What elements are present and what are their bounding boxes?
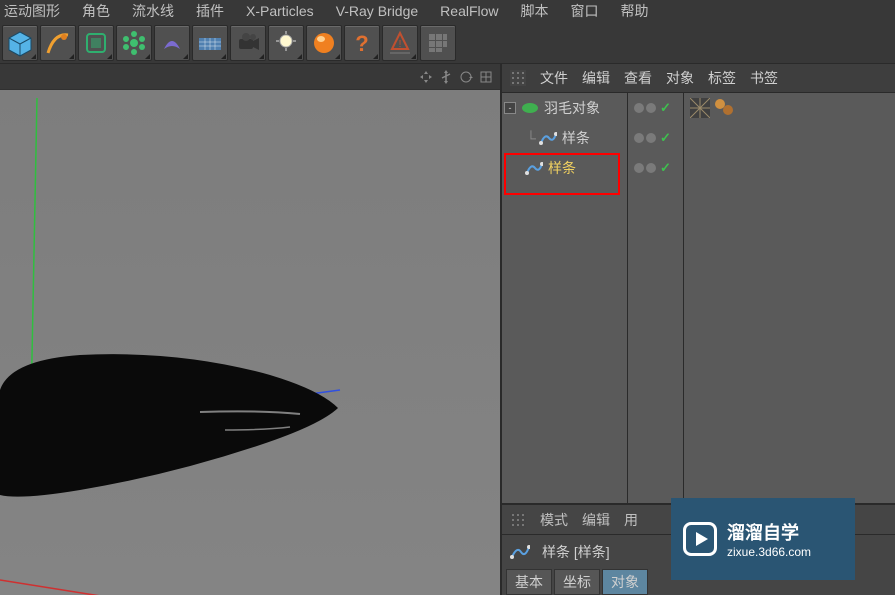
array-button[interactable] <box>116 25 152 61</box>
spline-pen-button[interactable] <box>40 25 76 61</box>
check-icon: ✓ <box>660 160 671 176</box>
object-manager: - 羽毛对象 └ 样条 样条 ✓ ✓ ✓ <box>502 93 895 503</box>
floor-button[interactable] <box>192 25 228 61</box>
camera-button[interactable] <box>230 25 266 61</box>
menu-window[interactable]: 窗口 <box>571 1 599 21</box>
deformer-button[interactable] <box>154 25 190 61</box>
play-icon <box>683 522 717 556</box>
phong-tag-icon[interactable] <box>714 98 734 118</box>
objmgr-menu-file[interactable]: 文件 <box>540 68 568 88</box>
zoom-view-icon[interactable] <box>438 69 454 85</box>
perspective-viewport[interactable] <box>0 90 500 595</box>
svg-text:?: ? <box>355 31 368 56</box>
render-settings-button[interactable]: ! <box>382 25 418 61</box>
visibility-cell[interactable]: ✓ <box>628 123 683 153</box>
watermark-brand: 溜溜自学 <box>727 519 811 545</box>
texture-tag-icon[interactable] <box>690 98 710 118</box>
check-icon: ✓ <box>660 100 671 116</box>
menu-script[interactable]: 脚本 <box>521 1 549 21</box>
menu-realflow[interactable]: RealFlow <box>440 3 498 19</box>
grid-toggle-button[interactable] <box>420 25 456 61</box>
spline-icon <box>510 544 530 560</box>
tags-column <box>684 93 895 503</box>
menu-plugins[interactable]: 插件 <box>196 1 224 21</box>
tree-label: 样条 <box>562 128 590 148</box>
menu-pipeline[interactable]: 流水线 <box>132 1 174 21</box>
spline-icon <box>524 160 544 176</box>
object-manager-header: 文件 编辑 查看 对象 标签 书签 <box>502 64 895 93</box>
attrmgr-menu-edit[interactable]: 编辑 <box>582 510 610 530</box>
menu-vraybridge[interactable]: V-Ray Bridge <box>336 3 418 19</box>
attrmgr-menu-userdata[interactable]: 用 <box>624 510 638 530</box>
collapse-icon[interactable]: - <box>504 102 516 114</box>
visibility-cell[interactable]: ✓ <box>628 153 683 183</box>
menu-motiongraphics[interactable]: 运动图形 <box>4 1 60 21</box>
visibility-cell[interactable]: ✓ <box>628 93 683 123</box>
light-button[interactable] <box>268 25 304 61</box>
main-menu-bar: 运动图形 角色 流水线 插件 X-Particles V-Ray Bridge … <box>0 0 895 22</box>
tree-row-spline-selected[interactable]: 样条 <box>502 153 627 183</box>
menu-xparticles[interactable]: X-Particles <box>246 3 314 19</box>
panel-grip-icon <box>510 70 526 86</box>
menu-help[interactable]: 帮助 <box>621 1 649 21</box>
main-toolbar: ? ! <box>0 22 895 64</box>
material-button[interactable] <box>306 25 342 61</box>
rotate-view-icon[interactable] <box>458 69 474 85</box>
help-button[interactable]: ? <box>344 25 380 61</box>
tab-basic[interactable]: 基本 <box>506 569 552 595</box>
tab-coord[interactable]: 坐标 <box>554 569 600 595</box>
tree-branch-icon: └ <box>526 130 536 146</box>
cube-primitive-button[interactable] <box>2 25 38 61</box>
tree-row-spline-child[interactable]: └ 样条 <box>502 123 627 153</box>
tree-label: 样条 <box>548 158 576 178</box>
menu-character[interactable]: 角色 <box>82 1 110 21</box>
attrmgr-menu-mode[interactable]: 模式 <box>540 510 568 530</box>
tree-row-feather[interactable]: - 羽毛对象 <box>502 93 627 123</box>
check-icon: ✓ <box>660 130 671 146</box>
viewport-toolbar <box>0 64 500 90</box>
feather-icon <box>520 100 540 116</box>
panel-grip-icon <box>510 512 526 528</box>
objmgr-menu-tags[interactable]: 标签 <box>708 68 736 88</box>
attribute-title-text: 样条 [样条] <box>542 542 610 562</box>
viewport-panel <box>0 64 500 595</box>
tree-label: 羽毛对象 <box>544 98 600 118</box>
subdivision-button[interactable] <box>78 25 114 61</box>
watermark-overlay: 溜溜自学 zixue.3d66.com <box>671 498 855 580</box>
watermark-url: zixue.3d66.com <box>727 545 811 559</box>
objmgr-menu-bookmarks[interactable]: 书签 <box>750 68 778 88</box>
spline-icon <box>538 130 558 146</box>
objmgr-menu-edit[interactable]: 编辑 <box>582 68 610 88</box>
object-tree[interactable]: - 羽毛对象 └ 样条 样条 <box>502 93 628 503</box>
objmgr-menu-view[interactable]: 查看 <box>624 68 652 88</box>
tags-cell[interactable] <box>684 93 895 123</box>
visibility-column: ✓ ✓ ✓ <box>628 93 684 503</box>
maximize-view-icon[interactable] <box>478 69 494 85</box>
move-view-icon[interactable] <box>418 69 434 85</box>
tab-object[interactable]: 对象 <box>602 569 648 595</box>
objmgr-menu-object[interactable]: 对象 <box>666 68 694 88</box>
svg-text:!: ! <box>399 39 402 50</box>
